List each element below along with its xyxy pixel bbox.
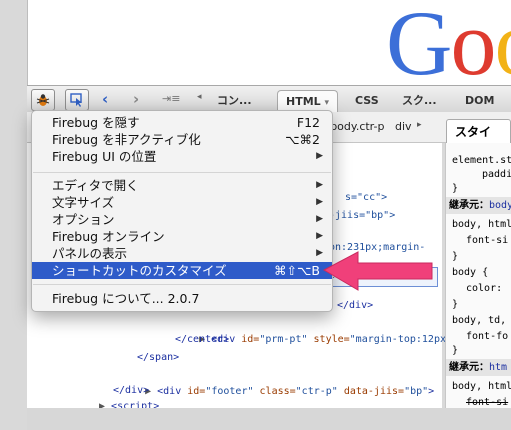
menu-item-show-panels[interactable]: パネルの表示 ▶ bbox=[32, 245, 332, 262]
css-property: color: bbox=[466, 283, 503, 294]
menu-separator bbox=[33, 284, 331, 285]
submenu-arrow-icon: ▶ bbox=[316, 214, 323, 224]
style-side-panel: element.sty padding } 継承元：body body, htm… bbox=[445, 143, 511, 408]
menu-item-hide[interactable]: Firebug を隠す F12 bbox=[32, 114, 332, 131]
forward-arrow-icon[interactable]: › bbox=[133, 90, 139, 108]
menu-item-label: Firebug UI の位置 bbox=[52, 149, 157, 164]
google-logo: Goo bbox=[386, 0, 511, 85]
css-selector: body, html bbox=[452, 219, 511, 230]
inherited-header: 継承元：body bbox=[446, 197, 511, 214]
submenu-arrow-icon: ▶ bbox=[316, 151, 323, 161]
tab-dom[interactable]: DOM bbox=[465, 90, 494, 112]
inspect-button[interactable] bbox=[65, 89, 89, 111]
code-fragment: -jiis="bp"> bbox=[329, 210, 396, 221]
inherited-label: 継承元： bbox=[449, 200, 489, 211]
code-attr: class= bbox=[259, 386, 296, 397]
tab-console[interactable]: コン... bbox=[217, 90, 252, 112]
menu-item-label: Firebug について... 2.0.7 bbox=[52, 291, 200, 306]
menu-item-shortcut: F12 bbox=[296, 115, 320, 130]
firebug-icon bbox=[36, 94, 50, 106]
close-center-tag: </center> bbox=[175, 334, 230, 345]
code-value: "margin-top:12px" bbox=[349, 334, 453, 345]
menu-item-font-size[interactable]: 文字サイズ ▶ bbox=[32, 194, 332, 211]
menu-item-shortcut: ⌘⇧⌥B bbox=[274, 263, 320, 278]
code-attr: data-jiis= bbox=[343, 386, 405, 397]
inherited-link[interactable]: body bbox=[489, 200, 511, 211]
breadcrumb-item[interactable]: div bbox=[395, 120, 412, 133]
back-arrow-icon[interactable]: ‹ bbox=[102, 90, 108, 108]
firebug-menu: Firebug を隠す F12 Firebug を非アクティブ化 ⌥⌘2 Fireb… bbox=[31, 110, 333, 312]
menu-item-label: エディタで開く bbox=[52, 178, 139, 193]
inspect-cursor-icon bbox=[70, 93, 82, 107]
tab-style[interactable]: スタイル bbox=[446, 119, 511, 163]
code-value: "footer" bbox=[205, 386, 254, 397]
code-value: "ctr-p" bbox=[295, 386, 338, 397]
menu-item-label: ショートカットのカスタマイズ bbox=[52, 263, 227, 278]
inherited-link[interactable]: htm bbox=[489, 362, 507, 373]
menu-item-label: パネルの表示 bbox=[52, 246, 128, 261]
menu-item-open-in-editor[interactable]: エディタで開く ▶ bbox=[32, 177, 332, 194]
menu-item-about[interactable]: Firebug について... 2.0.7 bbox=[32, 290, 332, 307]
menu-item-customize-shortcuts[interactable]: ショートカットのカスタマイズ ⌘⇧⌥B bbox=[32, 262, 332, 279]
code-attr: id= bbox=[241, 334, 260, 345]
css-selector: body, html bbox=[452, 381, 511, 392]
code-attr: id= bbox=[187, 386, 206, 397]
code-value: "prm-pt" bbox=[259, 334, 308, 345]
breadcrumb-scroll-right-icon[interactable]: ▸ bbox=[417, 120, 422, 130]
close-div-tag: </div> bbox=[113, 385, 150, 396]
window-bottom bbox=[27, 408, 511, 430]
submenu-arrow-icon: ▶ bbox=[316, 180, 323, 190]
menu-item-label: Firebug を非アクティブ化 bbox=[52, 132, 201, 147]
menu-item-label: Firebug オンライン bbox=[52, 229, 165, 244]
css-rule-line: } bbox=[452, 299, 459, 310]
menu-item-label: 文字サイズ bbox=[52, 195, 115, 210]
css-rule-line: } bbox=[452, 251, 459, 262]
submenu-arrow-icon: ▶ bbox=[316, 231, 323, 241]
close-span-tag: </span> bbox=[137, 352, 180, 363]
menu-item-shortcut: ⌥⌘2 bbox=[285, 132, 320, 147]
tab-css[interactable]: CSS bbox=[355, 90, 379, 112]
menu-item-ui-position[interactable]: Firebug UI の位置 ▶ bbox=[32, 148, 332, 165]
inherited-header: 継承元：htm bbox=[446, 359, 511, 376]
step-icon[interactable]: ⇥≡ bbox=[162, 92, 180, 105]
menu-item-label: オプション bbox=[52, 212, 115, 227]
css-property: font-fo bbox=[466, 331, 509, 342]
css-selector: body { bbox=[452, 267, 489, 278]
inherited-label: 継承元： bbox=[449, 362, 489, 373]
tab-script[interactable]: スク... bbox=[402, 90, 437, 112]
css-property: padding bbox=[482, 169, 511, 180]
code-tag: <div bbox=[157, 386, 182, 397]
tab-html-label: HTML bbox=[286, 95, 321, 108]
annotation-arrow-icon bbox=[322, 251, 433, 291]
code-tag: > bbox=[428, 386, 435, 397]
css-selector: body, td, a bbox=[452, 315, 507, 326]
css-rule-line: } bbox=[452, 183, 459, 194]
web-page: Goo bbox=[27, 0, 511, 85]
css-rule-line: } bbox=[452, 345, 459, 356]
menu-item-label: Firebug を隠す bbox=[52, 115, 140, 130]
menu-item-options[interactable]: オプション ▶ bbox=[32, 211, 332, 228]
firebug-menu-button[interactable] bbox=[31, 89, 55, 111]
tab-scroll-left-icon[interactable]: ◂ bbox=[197, 92, 202, 102]
code-value: "bp" bbox=[404, 386, 429, 397]
close-div-tag: </div> bbox=[337, 300, 374, 311]
menu-separator bbox=[33, 172, 331, 173]
css-property: font-si bbox=[466, 235, 509, 246]
tab-dropdown-icon[interactable]: ▾ bbox=[325, 98, 330, 108]
submenu-arrow-icon: ▶ bbox=[316, 197, 323, 207]
menu-item-deactivate[interactable]: Firebug を非アクティブ化 ⌥⌘2 bbox=[32, 131, 332, 148]
menu-item-firebug-online[interactable]: Firebug オンライン ▶ bbox=[32, 228, 332, 245]
code-fragment: s="cc"> bbox=[345, 192, 388, 203]
code-attr: style= bbox=[313, 334, 350, 345]
